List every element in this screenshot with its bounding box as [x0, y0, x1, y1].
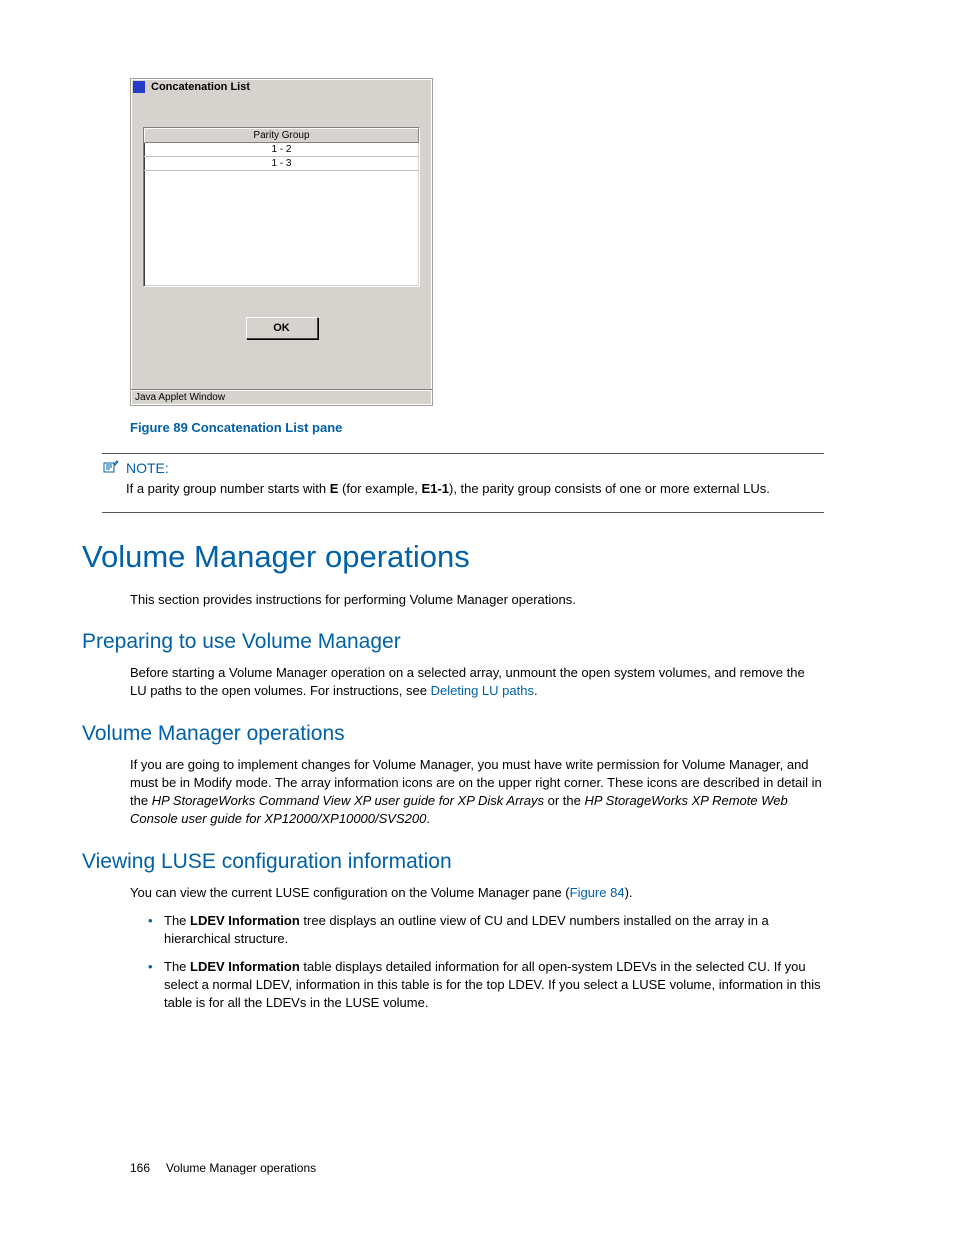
note-label: NOTE: [126, 460, 169, 476]
subsection-heading-vmops: Volume Manager operations [82, 722, 824, 746]
text-fragment: You can view the current LUSE configurat… [130, 885, 570, 900]
applet-title: Concatenation List [151, 81, 250, 93]
divider [102, 453, 824, 454]
doc-title-italic: HP StorageWorks Command View XP user gui… [152, 793, 544, 808]
vmops-text: If you are going to implement changes fo… [130, 756, 824, 828]
link-deleting-lu-paths[interactable]: Deleting LU paths [431, 683, 534, 698]
section-heading: Volume Manager operations [82, 539, 824, 575]
note-fragment: ), the parity group consists of one or m… [449, 481, 770, 496]
parity-group-list: Parity Group 1 - 2 1 - 3 [143, 127, 420, 287]
viewing-intro: You can view the current LUSE configurat… [130, 884, 824, 902]
figure-caption: Figure 89 Concatenation List pane [130, 420, 824, 435]
link-figure-84[interactable]: Figure 84 [570, 885, 625, 900]
column-header: Parity Group [144, 128, 419, 143]
text-fragment: ). [625, 885, 633, 900]
bold-term: LDEV Information [190, 913, 300, 928]
viewing-bullets: The LDEV Information tree displays an ou… [148, 912, 824, 1012]
table-row: 1 - 2 [144, 143, 419, 157]
column-header-label: Parity Group [253, 130, 309, 141]
applet-titlebar: Concatenation List [131, 79, 432, 97]
ok-button[interactable]: OK [246, 317, 318, 339]
table-row: 1 - 3 [144, 157, 419, 171]
app-icon [133, 81, 145, 93]
note-fragment: If a parity group number starts with [126, 481, 330, 496]
preparing-text: Before starting a Volume Manager operati… [130, 664, 824, 700]
bold-term: LDEV Information [190, 959, 300, 974]
subsection-heading-preparing: Preparing to use Volume Manager [82, 630, 824, 654]
text-fragment: The [164, 913, 190, 928]
note-fragment: (for example, [338, 481, 421, 496]
subsection-heading-viewing: Viewing LUSE configuration information [82, 850, 824, 874]
applet-statusbar: Java Applet Window [131, 389, 432, 405]
text-fragment: . [426, 811, 430, 826]
footer-title: Volume Manager operations [166, 1161, 316, 1175]
divider [102, 512, 824, 513]
note-text: If a parity group number starts with E (… [126, 480, 824, 498]
list-item: The LDEV Information tree displays an ou… [148, 912, 824, 948]
note-bold: E1-1 [422, 481, 449, 496]
text-fragment: The [164, 959, 190, 974]
list-item: The LDEV Information table displays deta… [148, 958, 824, 1012]
button-row: OK [131, 317, 432, 339]
document-page: Concatenation List Parity Group 1 - 2 1 … [0, 0, 954, 1235]
text-fragment: . [534, 683, 538, 698]
text-fragment: or the [544, 793, 584, 808]
note-icon [102, 460, 120, 480]
section-intro: This section provides instructions for p… [130, 591, 824, 609]
page-number: 166 [130, 1161, 150, 1175]
note-block: NOTE: If a parity group number starts wi… [102, 453, 824, 513]
page-footer: 166 Volume Manager operations [130, 1161, 316, 1175]
concatenation-list-pane: Concatenation List Parity Group 1 - 2 1 … [130, 78, 433, 406]
